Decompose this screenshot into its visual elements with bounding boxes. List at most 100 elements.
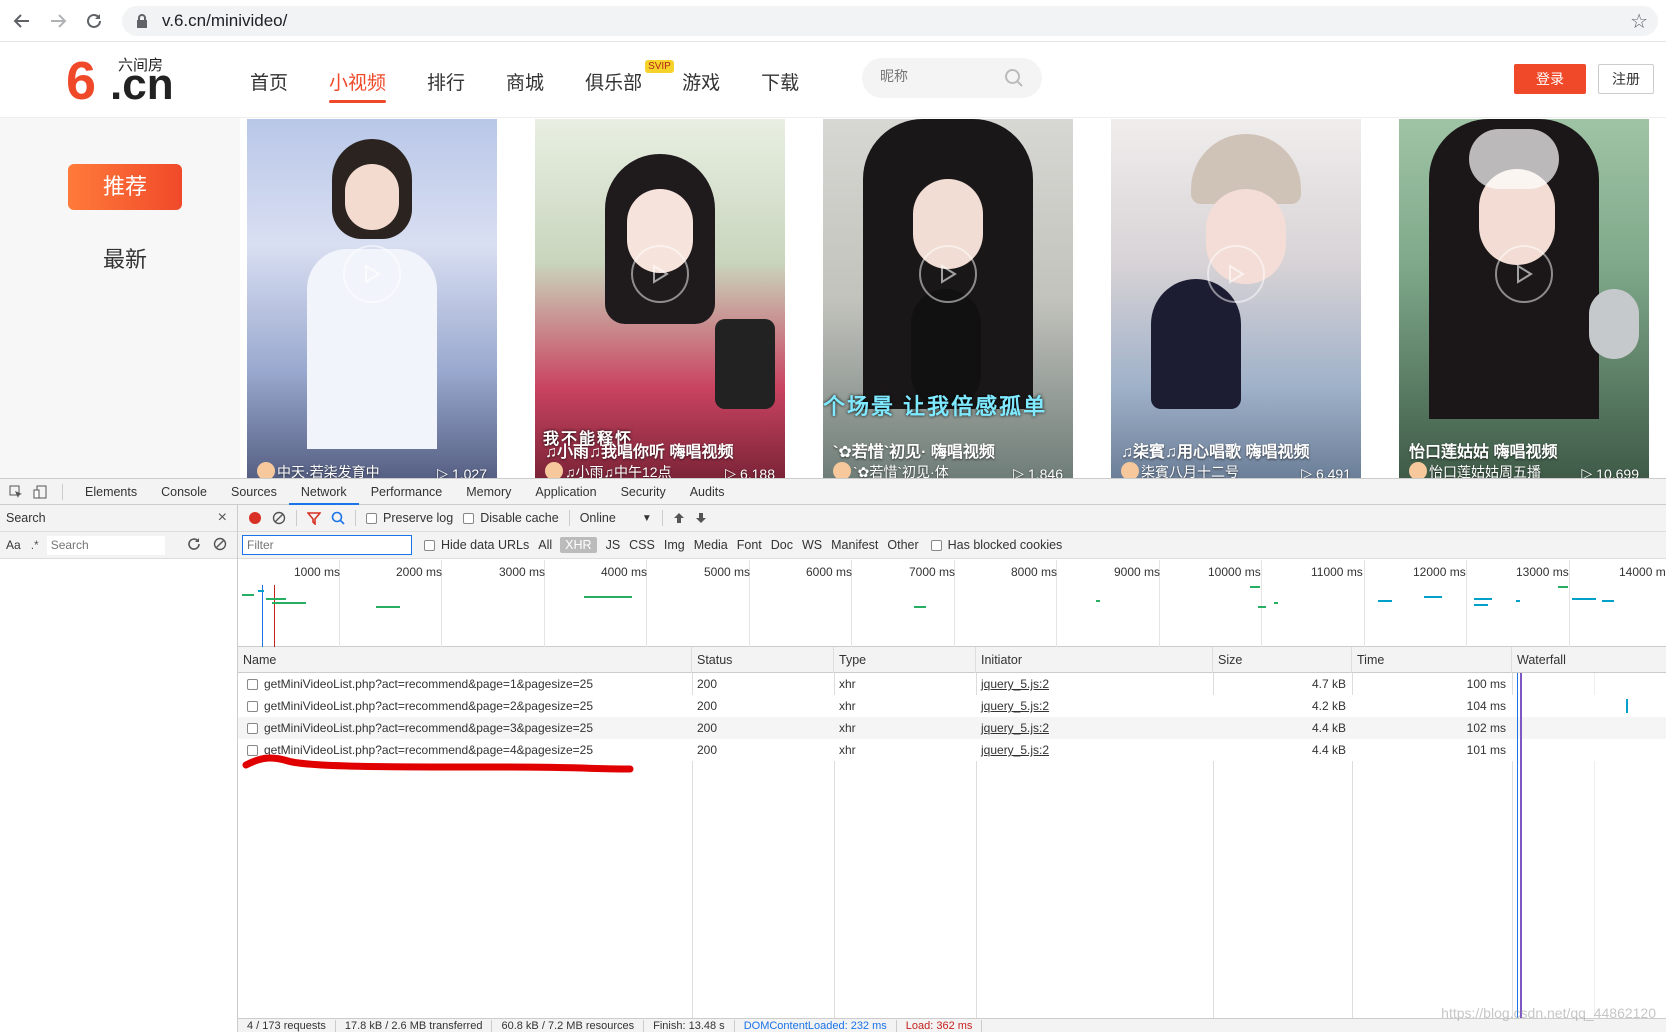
column-header-initiator[interactable]: Initiator xyxy=(976,647,1213,673)
play-icon[interactable] xyxy=(343,245,401,303)
column-header-status[interactable]: Status xyxy=(692,647,834,673)
video-card[interactable]: 我不能释怀 ♫小雨♫我唱你听 嗨唱视频 ♫小雨♫中午12点 ▷ 6,188 xyxy=(535,119,785,478)
initiator-link[interactable]: jquery_5.js:2 xyxy=(981,721,1049,735)
filter-type-js[interactable]: JS xyxy=(606,538,621,552)
match-case-toggle[interactable]: Aa xyxy=(6,538,21,552)
site-search-input[interactable] xyxy=(880,68,1000,84)
timeline-tick-label: 14000 m xyxy=(1619,565,1666,579)
clear-log-icon[interactable] xyxy=(272,511,286,525)
nav-ranking[interactable]: 排行 xyxy=(427,68,465,95)
tab-memory[interactable]: Memory xyxy=(454,479,523,505)
nav-download[interactable]: 下载 xyxy=(761,68,799,95)
tab-security[interactable]: Security xyxy=(609,479,678,505)
preserve-log-checkbox[interactable]: Preserve log xyxy=(366,511,453,525)
column-header-waterfall[interactable]: Waterfall xyxy=(1512,647,1666,673)
filter-type-xhr[interactable]: XHR xyxy=(560,537,597,553)
column-header-type[interactable]: Type xyxy=(834,647,976,673)
filter-type-ws[interactable]: WS xyxy=(802,538,822,552)
regex-toggle[interactable]: .* xyxy=(31,538,39,552)
column-header-size[interactable]: Size xyxy=(1213,647,1352,673)
load-line xyxy=(274,585,275,647)
nav-games[interactable]: 游戏 xyxy=(682,68,720,95)
nav-home[interactable]: 首页 xyxy=(250,68,288,95)
initiator-link[interactable]: jquery_5.js:2 xyxy=(981,677,1049,691)
video-title: ♫柒賓♫用心唱歌 嗨唱视频 xyxy=(1121,444,1310,461)
initiator-link[interactable]: jquery_5.js:2 xyxy=(981,743,1049,757)
tab-application[interactable]: Application xyxy=(523,479,608,505)
timeline-tick-label: 9000 ms xyxy=(1114,565,1161,579)
filter-type-img[interactable]: Img xyxy=(664,538,685,552)
latest-tab[interactable]: 最新 xyxy=(68,240,182,280)
play-icon[interactable] xyxy=(631,245,689,303)
table-row[interactable]: getMiniVideoList.php?act=recommend&page=… xyxy=(238,717,1666,739)
video-card[interactable]: ♫柒賓♫用心唱歌 嗨唱视频 柒賓八月十二号 ▷ 6,491 xyxy=(1111,119,1361,478)
filter-type-css[interactable]: CSS xyxy=(629,538,655,552)
column-header-time[interactable]: Time xyxy=(1352,647,1512,673)
export-har-icon[interactable] xyxy=(695,512,707,524)
request-status: 200 xyxy=(697,721,718,735)
table-row[interactable]: getMiniVideoList.php?act=recommend&page=… xyxy=(238,673,1666,695)
register-button[interactable]: 注册 xyxy=(1598,64,1654,94)
column-header-name[interactable]: Name xyxy=(238,647,692,673)
search-pane-input[interactable] xyxy=(46,535,165,555)
recommend-tab[interactable]: 推荐 xyxy=(68,164,182,210)
request-initiator: jquery_5.js:2 xyxy=(976,717,1213,739)
devtools-tabbar: Elements Console Sources Network Perform… xyxy=(0,479,1666,505)
tab-sources[interactable]: Sources xyxy=(219,479,289,505)
tab-console[interactable]: Console xyxy=(149,479,219,505)
nav-club[interactable]: 俱乐部 SVIP xyxy=(585,60,674,95)
nav-mini-video[interactable]: 小视频 xyxy=(329,68,387,103)
tab-elements[interactable]: Elements xyxy=(73,479,149,505)
initiator-link[interactable]: jquery_5.js:2 xyxy=(981,699,1049,713)
hide-data-urls-checkbox[interactable]: Hide data URLs xyxy=(424,538,529,552)
status-requests: 4 / 173 requests xyxy=(238,1019,336,1032)
video-grid: 中天·若柒发育中 ▷ 1,027 我不能释怀 ♫小雨♫我唱你听 嗨唱视频 ♫小雨♫… xyxy=(247,119,1666,478)
login-button[interactable]: 登录 xyxy=(1514,64,1586,94)
table-row[interactable]: getMiniVideoList.php?act=recommend&page=… xyxy=(238,695,1666,717)
play-icon[interactable] xyxy=(1495,245,1553,303)
address-bar[interactable]: v.6.cn/minivideo/ ☆ xyxy=(122,6,1658,36)
reload-icon[interactable] xyxy=(80,7,108,35)
blocked-cookies-checkbox[interactable]: Has blocked cookies xyxy=(930,538,1062,552)
tab-audits[interactable]: Audits xyxy=(678,479,737,505)
inspect-element-icon[interactable] xyxy=(8,484,24,500)
play-icon[interactable] xyxy=(1207,245,1265,303)
search-pane-header: Search × xyxy=(0,505,237,532)
author-avatar xyxy=(833,462,851,478)
site-logo[interactable]: 6 六间房 .cn xyxy=(66,54,176,108)
disable-cache-checkbox[interactable]: Disable cache xyxy=(463,511,559,525)
filter-input[interactable] xyxy=(242,535,412,555)
search-icon[interactable] xyxy=(331,511,345,525)
filter-type-manifest[interactable]: Manifest xyxy=(831,538,878,552)
filter-type-doc[interactable]: Doc xyxy=(771,538,793,552)
forward-icon[interactable] xyxy=(44,7,72,35)
play-icon[interactable] xyxy=(919,245,977,303)
close-icon[interactable]: × xyxy=(218,509,227,527)
filter-type-font[interactable]: Font xyxy=(737,538,762,552)
back-icon[interactable] xyxy=(8,7,36,35)
video-card[interactable]: 个场景 让我倍感孤单 `✿若惜`初见· 嗨唱视频 `✿若惜`初见·体 ▷ 1,84… xyxy=(823,119,1073,478)
video-card[interactable]: 怡口莲姑姑 嗨唱视频 怡口莲姑姑周五播 ▷ 10,699 xyxy=(1399,119,1649,478)
search-icon[interactable] xyxy=(1004,68,1024,93)
tab-performance[interactable]: Performance xyxy=(359,479,455,505)
timeline-tick-label: 6000 ms xyxy=(806,565,853,579)
filter-icon[interactable] xyxy=(307,511,321,525)
device-toolbar-icon[interactable] xyxy=(32,484,48,500)
filter-type-media[interactable]: Media xyxy=(694,538,728,552)
import-har-icon[interactable] xyxy=(673,512,685,524)
record-icon[interactable] xyxy=(248,511,262,525)
refresh-icon[interactable] xyxy=(187,537,201,554)
bookmark-star-icon[interactable]: ☆ xyxy=(1630,9,1648,34)
tab-network[interactable]: Network xyxy=(288,479,359,505)
network-overview: 1000 ms 2000 ms 3000 ms 4000 ms 5000 ms … xyxy=(238,560,1666,647)
filter-type-other[interactable]: Other xyxy=(887,538,918,552)
overview-bar xyxy=(1096,600,1100,602)
request-status: 200 xyxy=(697,677,718,691)
filter-type-all[interactable]: All xyxy=(538,538,552,552)
video-card[interactable]: 中天·若柒发育中 ▷ 1,027 xyxy=(247,119,497,478)
clear-icon[interactable] xyxy=(213,537,227,554)
nav-mall[interactable]: 商城 xyxy=(506,68,544,95)
throttle-select[interactable]: Online ▼ xyxy=(580,511,652,525)
overview-bar xyxy=(584,596,632,598)
overview-bar xyxy=(1516,600,1520,602)
